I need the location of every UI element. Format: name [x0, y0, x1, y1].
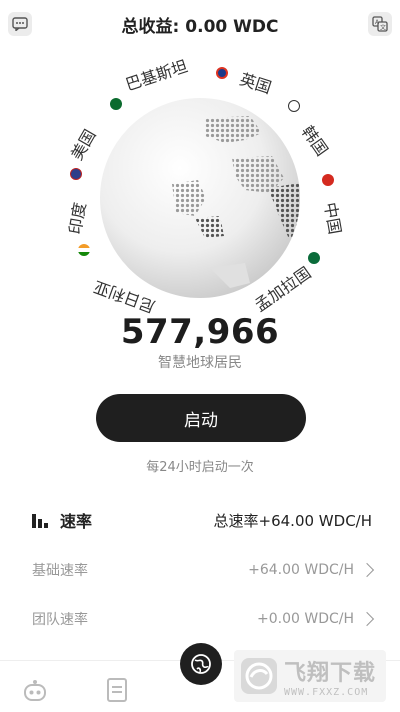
- document-icon[interactable]: [106, 677, 128, 707]
- bar-chart-icon: [32, 512, 50, 528]
- start-hint: 每24小时启动一次: [146, 460, 254, 475]
- base-rate-label: 基础速率: [32, 563, 88, 579]
- population-label: 智慧地球居民: [158, 355, 242, 371]
- china-flag-icon: [322, 174, 334, 186]
- page-title: 总收益: 0.00 WDC: [0, 12, 400, 37]
- korea-flag-icon: [288, 100, 300, 112]
- usa-flag-icon: [70, 168, 82, 180]
- globe-graphic: [100, 98, 300, 298]
- india-flag-icon: [78, 244, 90, 256]
- watermark-title: 飞翔下载: [284, 660, 377, 686]
- watermark-url: WWW.FXXZ.COM: [284, 686, 369, 698]
- uk-flag-icon: [216, 67, 228, 79]
- start-button[interactable]: 启动: [96, 394, 306, 442]
- translate-icon[interactable]: A 文: [368, 12, 392, 36]
- pakistan-flag-icon: [110, 98, 122, 110]
- base-rate-row[interactable]: 基础速率 +64.00 WDC/H: [32, 558, 375, 582]
- globe-icon: [191, 654, 211, 674]
- team-rate-row[interactable]: 团队速率 +0.00 WDC/H: [32, 607, 375, 631]
- team-rate-value: +0.00 WDC/H: [257, 611, 354, 627]
- svg-text:文: 文: [380, 24, 386, 32]
- globe-section: 巴基斯坦 英国 韩国 中国 孟加拉国 尼日利亚 印度 美国: [0, 48, 400, 318]
- chevron-right-icon: [359, 562, 375, 578]
- robot-icon[interactable]: [22, 679, 48, 707]
- rate-header: 速率 总速率+64.00 WDC/H: [32, 508, 372, 532]
- total-earnings-value: 0.00 WDC: [185, 17, 279, 37]
- bangladesh-flag-icon: [308, 252, 320, 264]
- team-rate-label: 团队速率: [32, 612, 88, 628]
- total-earnings-label: 总收益:: [121, 17, 180, 37]
- rate-heading: 速率: [60, 512, 93, 531]
- base-rate-value: +64.00 WDC/H: [248, 562, 354, 578]
- population-count: 577,966: [120, 312, 280, 352]
- top-bar: 总收益: 0.00 WDC A 文: [0, 0, 400, 48]
- chevron-right-icon: [359, 611, 375, 627]
- globe-nav-button[interactable]: [180, 643, 222, 685]
- watermark: 飞翔下载 WWW.FXXZ.COM: [234, 650, 386, 702]
- watermark-logo-icon: [241, 658, 277, 694]
- total-rate: 总速率+64.00 WDC/H: [213, 511, 372, 530]
